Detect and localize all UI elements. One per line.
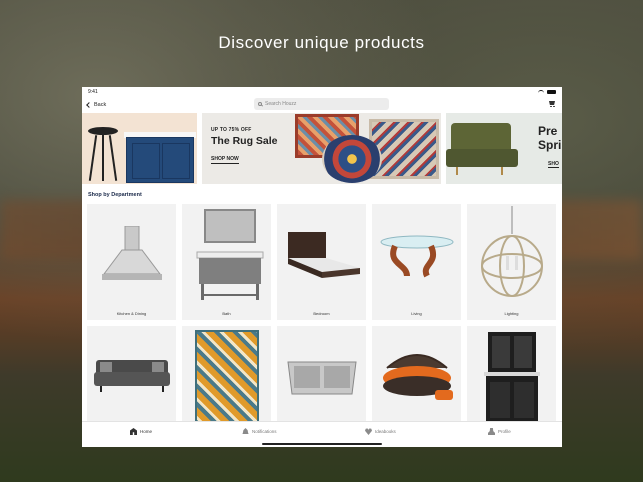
promo-banner-spring[interactable]: Pre Sprin SHO: [446, 113, 562, 184]
tab-notifications[interactable]: Notifications: [242, 428, 277, 435]
promo-title-partial: Pre Sprin: [538, 124, 562, 152]
tab-bar: Home Notifications Ideabooks Profile: [82, 421, 562, 447]
heart-icon: [365, 428, 372, 435]
shop-link-partial[interactable]: SHO: [548, 161, 559, 168]
status-bar: 9:41: [82, 87, 562, 96]
tab-ideabooks[interactable]: Ideabooks: [365, 428, 396, 435]
outdoor-daybed-image: [382, 354, 453, 400]
back-button[interactable]: Back: [86, 101, 107, 108]
department-label: Bath: [222, 311, 231, 316]
search-bar[interactable]: [254, 98, 389, 110]
search-input[interactable]: [265, 101, 365, 107]
tab-label: Profile: [498, 429, 511, 434]
bed-image: [287, 232, 360, 278]
shop-now-link[interactable]: SHOP NOW: [211, 156, 239, 164]
tab-label: Home: [140, 429, 153, 434]
promo-banner-rug-sale[interactable]: UP TO 75% OFF The Rug Sale SHOP NOW: [202, 113, 441, 184]
promo-carousel[interactable]: UP TO 75% OFF The Rug Sale SHOP NOW Pre …: [82, 113, 562, 184]
search-icon: [258, 102, 262, 106]
top-nav: Back: [82, 96, 562, 113]
bell-icon: [242, 428, 249, 434]
department-label: Bedroom: [313, 311, 330, 316]
wifi-icon: [538, 89, 544, 94]
department-tile-lighting[interactable]: Lighting: [467, 204, 556, 320]
tab-label: Notifications: [252, 429, 277, 434]
department-label: Lighting: [504, 311, 519, 316]
department-label: Living: [411, 311, 422, 316]
kitchen-sink-image: [286, 361, 357, 395]
department-tile-bath[interactable]: Bath: [182, 204, 271, 320]
orb-chandelier-image: [480, 206, 543, 297]
marketing-headline: Discover unique products: [218, 33, 425, 52]
profile-icon: [488, 428, 495, 435]
department-tile-living[interactable]: Living: [372, 204, 461, 320]
tab-label: Ideabooks: [375, 429, 396, 434]
chevron-left-icon: [86, 101, 92, 108]
sofa-image: [93, 360, 170, 392]
home-indicator[interactable]: [262, 443, 382, 445]
buffet-hutch-image: [483, 332, 540, 422]
department-tile-kitchen[interactable]: Kitchen & Dining: [87, 204, 176, 320]
section-title: Shop by Department: [88, 192, 142, 198]
rug-image-round: [322, 135, 382, 183]
app-screen: 9:41 Back Search Houzz UP TO 75% OFF The…: [82, 87, 562, 447]
tab-profile[interactable]: Profile: [488, 428, 511, 435]
stool-image: [88, 127, 118, 135]
range-hood-image: [101, 226, 162, 280]
back-label: Back: [94, 101, 107, 108]
promo-banner-furniture[interactable]: [82, 113, 197, 184]
status-icons: [538, 89, 556, 94]
promo-title: The Rug Sale: [211, 135, 278, 147]
bath-vanity-image: [196, 209, 263, 300]
coffee-table-image: [380, 235, 453, 278]
home-icon: [130, 428, 137, 435]
promo-eyebrow: UP TO 75% OFF: [211, 127, 252, 133]
tab-home[interactable]: Home: [130, 428, 152, 435]
department-tile-bedroom[interactable]: Bedroom: [277, 204, 366, 320]
department-grid: Kitchen & Dining Bath Bedroom Living Lig…: [87, 204, 557, 442]
battery-icon: [547, 89, 556, 94]
department-label: Kitchen & Dining: [116, 311, 147, 316]
cart-icon[interactable]: [548, 101, 555, 107]
status-time: 9:41: [88, 88, 98, 95]
